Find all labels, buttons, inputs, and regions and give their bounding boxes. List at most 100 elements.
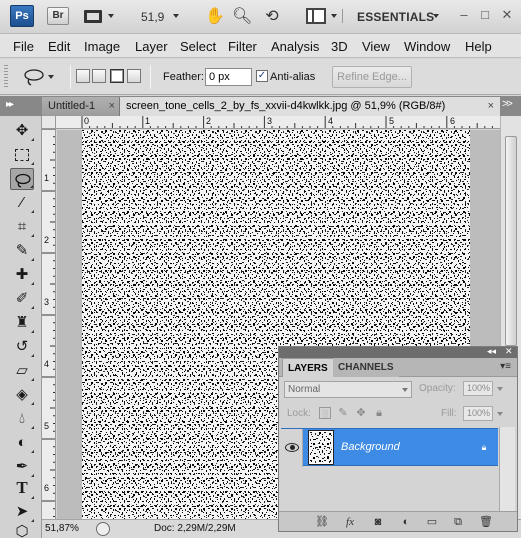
collapse-panel-icon[interactable]: ◂◂: [487, 346, 496, 357]
document-size[interactable]: Doc: 2,29M/2,29M: [154, 523, 236, 534]
close-button[interactable]: ✕: [500, 8, 514, 22]
type-tool-icon[interactable]: T: [10, 478, 34, 500]
menu-filter[interactable]: Filter: [228, 39, 257, 54]
feather-input[interactable]: [205, 68, 252, 86]
visibility-toggle[interactable]: [281, 429, 303, 467]
eyedropper-icon[interactable]: ✎: [10, 240, 34, 262]
blend-mode-select[interactable]: Normal: [284, 381, 412, 398]
tab-channels[interactable]: CHANNELS: [333, 358, 399, 377]
ruler-origin[interactable]: [42, 116, 56, 129]
vertical-ruler[interactable]: 1 2 3 4 5 6: [42, 129, 56, 519]
menu-view[interactable]: View: [362, 39, 390, 54]
panel-menu-icon[interactable]: ▾≡: [500, 361, 511, 372]
lock-transparency-icon[interactable]: ░: [319, 407, 331, 419]
clone-stamp-icon[interactable]: ♜: [10, 312, 34, 334]
panel-grip[interactable]: [4, 65, 8, 89]
shape-tool-icon[interactable]: ⬡: [10, 521, 34, 538]
add-selection-button[interactable]: [92, 69, 106, 83]
status-info-icon[interactable]: [96, 522, 110, 536]
layer-row-background[interactable]: Background 🔒︎: [281, 428, 498, 467]
brush-tool-icon[interactable]: ✐: [10, 288, 34, 310]
crop-tool-icon[interactable]: ⌗: [10, 216, 34, 238]
status-zoom[interactable]: 51,87%: [45, 522, 87, 536]
ruler-label: 2: [206, 116, 212, 126]
lock-position-icon[interactable]: ✥: [355, 407, 367, 419]
app-bar: Ps Br 51,9 ✋ 🔍︎ ⟲ ESSENTIALS – □ ✕: [0, 0, 521, 34]
menu-3d[interactable]: 3D: [331, 39, 348, 54]
layer-thumbnail: [308, 430, 334, 465]
tool-preset-picker[interactable]: [20, 67, 62, 87]
lasso-tool-icon[interactable]: [10, 168, 34, 190]
menu-window[interactable]: Window: [404, 39, 450, 54]
ruler-ticks: [81, 116, 493, 128]
healing-brush-icon[interactable]: ✚: [10, 264, 34, 286]
chevron-down-icon[interactable]: [433, 14, 439, 18]
zoom-tool-icon[interactable]: 🔍︎: [232, 7, 252, 27]
panel-header[interactable]: ◂◂ ✕: [279, 346, 517, 358]
close-panel-icon[interactable]: ✕: [505, 346, 513, 357]
path-selection-icon[interactable]: ➤: [10, 501, 34, 523]
intersect-selection-button[interactable]: [127, 69, 141, 83]
fx-icon[interactable]: fx: [343, 515, 357, 529]
arrange-documents-icon[interactable]: [306, 8, 326, 24]
tab-layers[interactable]: LAYERS: [282, 358, 334, 377]
close-icon[interactable]: ×: [109, 97, 115, 115]
lock-pixels-icon[interactable]: ✎: [337, 407, 349, 419]
mask-icon[interactable]: ◙: [371, 515, 385, 529]
fill-field[interactable]: 100%: [463, 406, 493, 421]
lock-all-icon[interactable]: 🔒︎: [373, 407, 385, 419]
feather-label: Feather:: [163, 71, 204, 83]
marquee-tool-icon[interactable]: [10, 144, 34, 166]
blend-mode-value: Normal: [288, 384, 321, 395]
panel-scrollbar[interactable]: [499, 427, 515, 511]
new-layer-icon[interactable]: ⧉: [451, 515, 465, 529]
new-selection-button[interactable]: [76, 69, 90, 83]
zoom-level[interactable]: 51,9: [141, 10, 164, 24]
menu-select[interactable]: Select: [180, 39, 216, 54]
adjustment-icon[interactable]: ◐: [399, 515, 413, 529]
menu-help[interactable]: Help: [465, 39, 492, 54]
collapse-panels-icon[interactable]: ▸▸: [6, 99, 14, 110]
antialias-checkbox[interactable]: ✓: [256, 70, 268, 82]
tab-untitled-1[interactable]: Untitled-1 ×: [42, 97, 120, 116]
rotate-view-icon[interactable]: ⟲: [262, 7, 282, 27]
subtract-selection-button[interactable]: [110, 69, 124, 83]
history-brush-icon[interactable]: ↺: [10, 336, 34, 358]
menu-image[interactable]: Image: [84, 39, 120, 54]
scrollbar-thumb[interactable]: [505, 136, 517, 346]
chevron-down-icon[interactable]: [497, 412, 503, 416]
chevron-down-icon[interactable]: [497, 387, 503, 391]
dodge-tool-icon[interactable]: ◐: [10, 432, 34, 454]
paint-bucket-icon[interactable]: ◈: [10, 384, 34, 406]
workspace-switcher[interactable]: ESSENTIALS: [357, 10, 434, 24]
menu-edit[interactable]: Edit: [48, 39, 70, 54]
trash-icon[interactable]: 🗑︎: [479, 515, 493, 529]
magic-wand-icon[interactable]: ⁄: [10, 192, 34, 214]
chevron-down-icon[interactable]: [331, 14, 337, 18]
refine-edge-button[interactable]: Refine Edge...: [332, 66, 412, 88]
menu-file[interactable]: File: [13, 39, 34, 54]
pen-tool-icon[interactable]: ✒: [10, 456, 34, 478]
move-tool-icon[interactable]: ✥: [10, 120, 34, 142]
more-tabs-icon[interactable]: >>: [502, 98, 513, 110]
bridge-button[interactable]: Br: [47, 7, 69, 25]
menu-layer[interactable]: Layer: [135, 39, 168, 54]
minimize-button[interactable]: –: [457, 8, 471, 22]
chevron-down-icon[interactable]: [108, 14, 114, 18]
tab-active-document[interactable]: screen_tone_cells_2_by_fs_xxvii-d4kwlkk.…: [120, 97, 500, 116]
group-icon[interactable]: ▭: [425, 515, 439, 529]
maximize-button[interactable]: □: [478, 8, 492, 22]
blur-tool-icon[interactable]: 💧︎: [10, 408, 34, 430]
mini-bridge-icon[interactable]: [84, 8, 104, 24]
link-layers-icon[interactable]: ⛓: [315, 515, 329, 529]
layers-panel: ◂◂ ✕ LAYERS CHANNELS ▾≡ Normal Opacity: …: [278, 346, 518, 532]
hand-tool-icon[interactable]: ✋: [205, 7, 225, 27]
horizontal-ruler[interactable]: 0 1 2 3 4 5 6: [56, 116, 500, 129]
opacity-field[interactable]: 100%: [463, 381, 493, 396]
tools-panel: ✥ ⁄ ⌗ ✎ ✚ ✐ ♜ ↺ ▱ ◈ 💧︎ ◐ ✒ T ➤ ⬡: [0, 116, 42, 538]
layer-name[interactable]: Background: [341, 441, 400, 453]
close-icon[interactable]: ×: [488, 97, 494, 115]
eraser-icon[interactable]: ▱: [10, 360, 34, 382]
menu-analysis[interactable]: Analysis: [271, 39, 319, 54]
chevron-down-icon[interactable]: [173, 14, 179, 18]
